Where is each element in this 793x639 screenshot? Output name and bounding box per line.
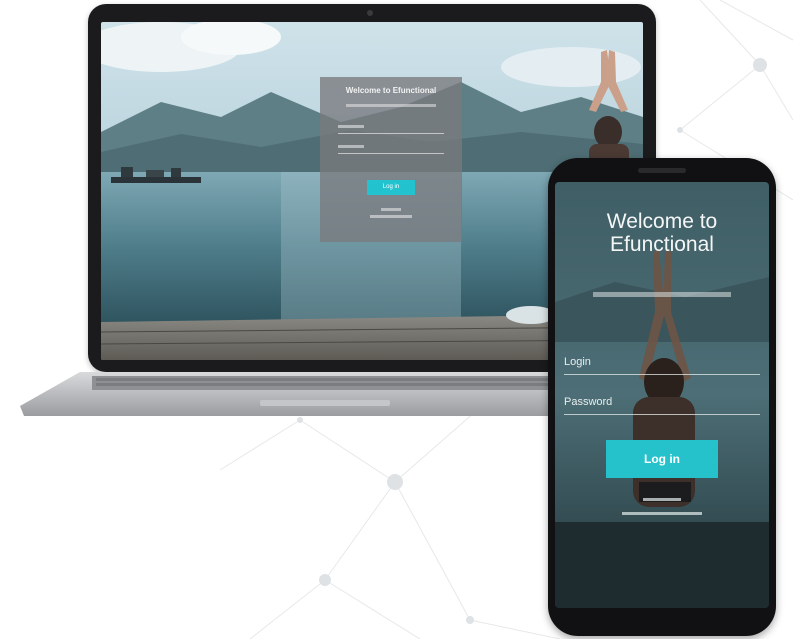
laptop-register-link[interactable] (370, 215, 412, 218)
laptop-login-button[interactable]: Log in (367, 180, 415, 195)
phone-device: Welcome to Efunctional Login Password Lo… (548, 158, 776, 636)
phone-screen: Welcome to Efunctional (555, 182, 769, 608)
phone-login-button[interactable]: Log in (606, 440, 718, 478)
phone-title-line2: Efunctional (610, 233, 714, 256)
phone-username-field[interactable] (564, 374, 760, 375)
laptop-camera (367, 10, 373, 16)
phone-title-line1: Welcome to (606, 210, 718, 233)
laptop-forgot-link[interactable] (381, 208, 401, 211)
laptop-password-field[interactable] (338, 153, 444, 154)
laptop-base (20, 372, 620, 416)
laptop-username-label (338, 125, 364, 128)
phone-welcome-title: Welcome to Efunctional (555, 210, 769, 256)
phone-username-label: Login (564, 356, 591, 368)
laptop-login-card: Welcome to Efunctional Log in (320, 77, 462, 242)
phone-subtitle (593, 292, 731, 297)
laptop-login-title: Welcome to Efunctional (345, 86, 437, 95)
laptop-username-field[interactable] (338, 133, 444, 134)
phone-register-link[interactable] (622, 512, 702, 515)
phone-password-field[interactable] (564, 414, 760, 415)
laptop-password-label (338, 145, 364, 148)
phone-speaker (638, 168, 686, 173)
phone-password-label: Password (564, 396, 613, 408)
phone-forgot-link[interactable] (643, 498, 681, 501)
laptop-login-subtitle (346, 104, 436, 107)
